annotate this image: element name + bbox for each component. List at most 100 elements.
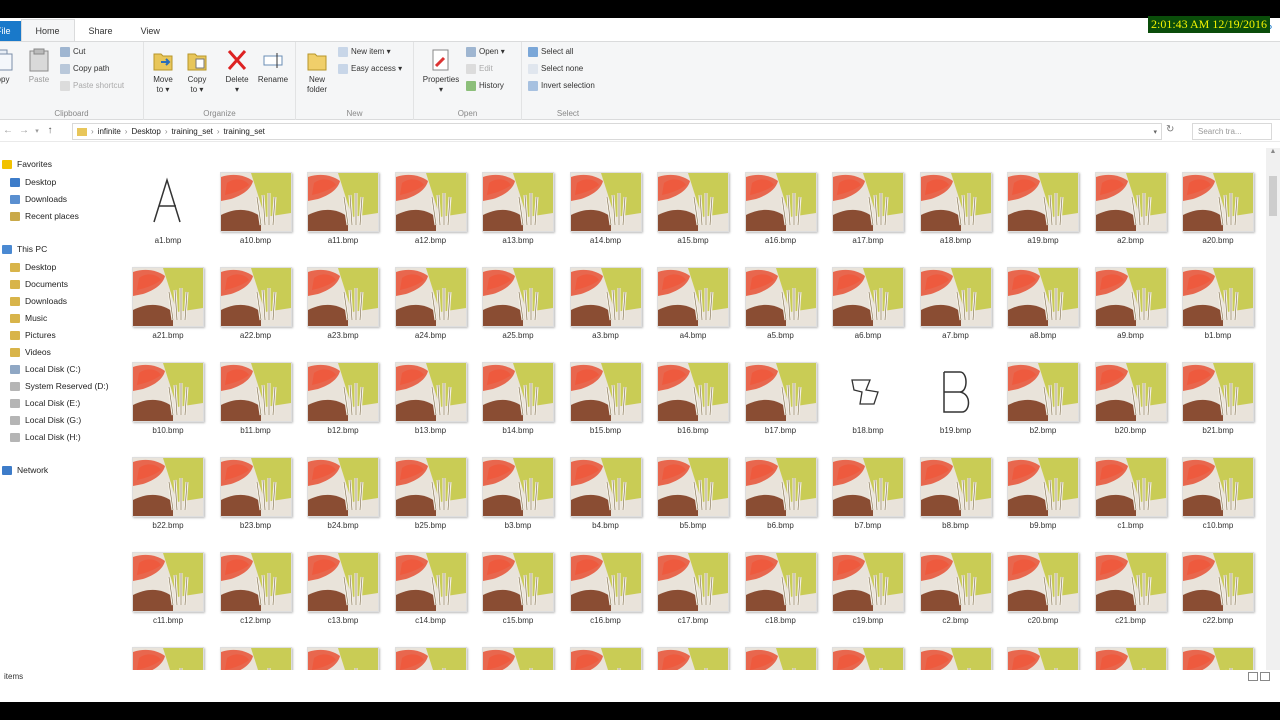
nav-pc-desktop[interactable]: Desktop [10,259,56,275]
forward-icon[interactable]: → [16,125,32,136]
history-button[interactable]: History [466,78,504,94]
file-item[interactable]: a8.bmp [1003,263,1083,353]
file-item[interactable]: a19.bmp [1003,168,1083,258]
file-item[interactable]: a20.bmp [1178,168,1258,258]
scroll-up-icon[interactable]: ▲ [1266,148,1280,160]
file-item[interactable]: b2.bmp [1003,358,1083,448]
file-item[interactable]: c10.bmp [1178,453,1258,543]
nav-desktop[interactable]: Desktop [10,174,56,190]
copy-path-button[interactable]: Copy path [60,61,109,77]
recent-dropdown-icon[interactable]: ▾ [32,127,42,135]
rename-button[interactable]: Rename [256,48,290,85]
file-item[interactable] [828,643,908,670]
file-item[interactable]: b16.bmp [653,358,733,448]
file-item[interactable]: a1.bmp [128,168,208,258]
details-view-icon[interactable] [1248,672,1258,681]
nav-this-pc[interactable]: This PC [2,241,47,257]
file-item[interactable]: b10.bmp [128,358,208,448]
file-item[interactable]: c14.bmp [391,548,471,638]
file-item[interactable]: b20.bmp [1091,358,1171,448]
easy-access-button[interactable]: Easy access ▾ [338,61,402,77]
file-item[interactable]: b22.bmp [128,453,208,543]
file-item[interactable]: a10.bmp [216,168,296,258]
file-item[interactable]: a17.bmp [828,168,908,258]
file-item[interactable]: a15.bmp [653,168,733,258]
file-item[interactable]: c12.bmp [216,548,296,638]
file-item[interactable]: b25.bmp [391,453,471,543]
tab-file[interactable]: File [0,21,21,41]
file-item[interactable]: b1.bmp [1178,263,1258,353]
file-item[interactable]: a16.bmp [741,168,821,258]
file-item[interactable]: c15.bmp [478,548,558,638]
file-item[interactable]: a14.bmp [566,168,646,258]
file-item[interactable]: a7.bmp [916,263,996,353]
nav-music[interactable]: Music [10,310,47,326]
tab-share[interactable]: Share [75,21,127,41]
file-item[interactable]: a6.bmp [828,263,908,353]
new-folder-button[interactable]: New folder [300,48,334,95]
file-item[interactable] [741,643,821,670]
file-item[interactable] [391,643,471,670]
file-item[interactable]: b3.bmp [478,453,558,543]
back-icon[interactable]: ← [0,125,16,136]
file-item[interactable]: c18.bmp [741,548,821,638]
file-item[interactable] [566,643,646,670]
file-item[interactable]: a11.bmp [303,168,383,258]
file-item[interactable]: c22.bmp [1178,548,1258,638]
file-item[interactable] [1091,643,1171,670]
file-item[interactable]: c21.bmp [1091,548,1171,638]
file-item[interactable]: b6.bmp [741,453,821,543]
nav-favorites[interactable]: Favorites [2,156,52,172]
file-item[interactable]: c2.bmp [916,548,996,638]
breadcrumb-training-set-2[interactable]: training_set [220,127,269,136]
paste-button[interactable]: Paste [22,48,56,85]
file-item[interactable]: b14.bmp [478,358,558,448]
nav-network[interactable]: Network [2,462,48,478]
file-item[interactable]: a25.bmp [478,263,558,353]
file-item[interactable]: a21.bmp [128,263,208,353]
file-item[interactable]: a4.bmp [653,263,733,353]
paste-shortcut-button[interactable]: Paste shortcut [60,78,124,94]
file-item[interactable]: b5.bmp [653,453,733,543]
nav-pc-downloads[interactable]: Downloads [10,293,67,309]
file-item[interactable]: c13.bmp [303,548,383,638]
file-item[interactable]: a12.bmp [391,168,471,258]
file-item[interactable]: c19.bmp [828,548,908,638]
file-item[interactable]: a5.bmp [741,263,821,353]
new-item-button[interactable]: New item ▾ [338,44,391,60]
file-item[interactable] [1178,643,1258,670]
open-button[interactable]: Open ▾ [466,44,505,60]
nav-documents[interactable]: Documents [10,276,68,292]
file-item[interactable]: b21.bmp [1178,358,1258,448]
file-item[interactable]: a24.bmp [391,263,471,353]
file-item[interactable]: b15.bmp [566,358,646,448]
tab-home[interactable]: Home [20,19,75,41]
file-item[interactable]: a18.bmp [916,168,996,258]
breadcrumb-infinite[interactable]: infinite [94,127,125,136]
file-item[interactable]: c16.bmp [566,548,646,638]
file-item[interactable]: b23.bmp [216,453,296,543]
copy-to-button[interactable]: Copy to ▾ [180,48,214,95]
up-icon[interactable]: ↑ [42,125,58,136]
nav-system-reserved[interactable]: System Reserved (D:) [10,378,109,394]
file-item[interactable]: b8.bmp [916,453,996,543]
scrollbar-thumb[interactable] [1269,176,1277,216]
address-dropdown-icon[interactable]: ▾ [1153,128,1157,136]
file-item[interactable]: c11.bmp [128,548,208,638]
file-item[interactable]: c17.bmp [653,548,733,638]
nav-pictures[interactable]: Pictures [10,327,56,343]
file-item[interactable]: a2.bmp [1091,168,1171,258]
file-item[interactable]: a22.bmp [216,263,296,353]
nav-disk-h[interactable]: Local Disk (H:) [10,429,81,445]
properties-button[interactable]: Properties ▾ [420,48,462,95]
nav-disk-c[interactable]: Local Disk (C:) [10,361,81,377]
file-item[interactable] [128,643,208,670]
file-item[interactable] [653,643,733,670]
file-item[interactable]: a13.bmp [478,168,558,258]
move-to-button[interactable]: Move to ▾ [146,48,180,95]
large-icons-view-icon[interactable] [1260,672,1270,681]
cut-button[interactable]: Cut [60,44,85,60]
file-item[interactable]: c20.bmp [1003,548,1083,638]
search-input[interactable]: Search tra... [1192,123,1272,140]
file-item[interactable]: b18.bmp [828,358,908,448]
